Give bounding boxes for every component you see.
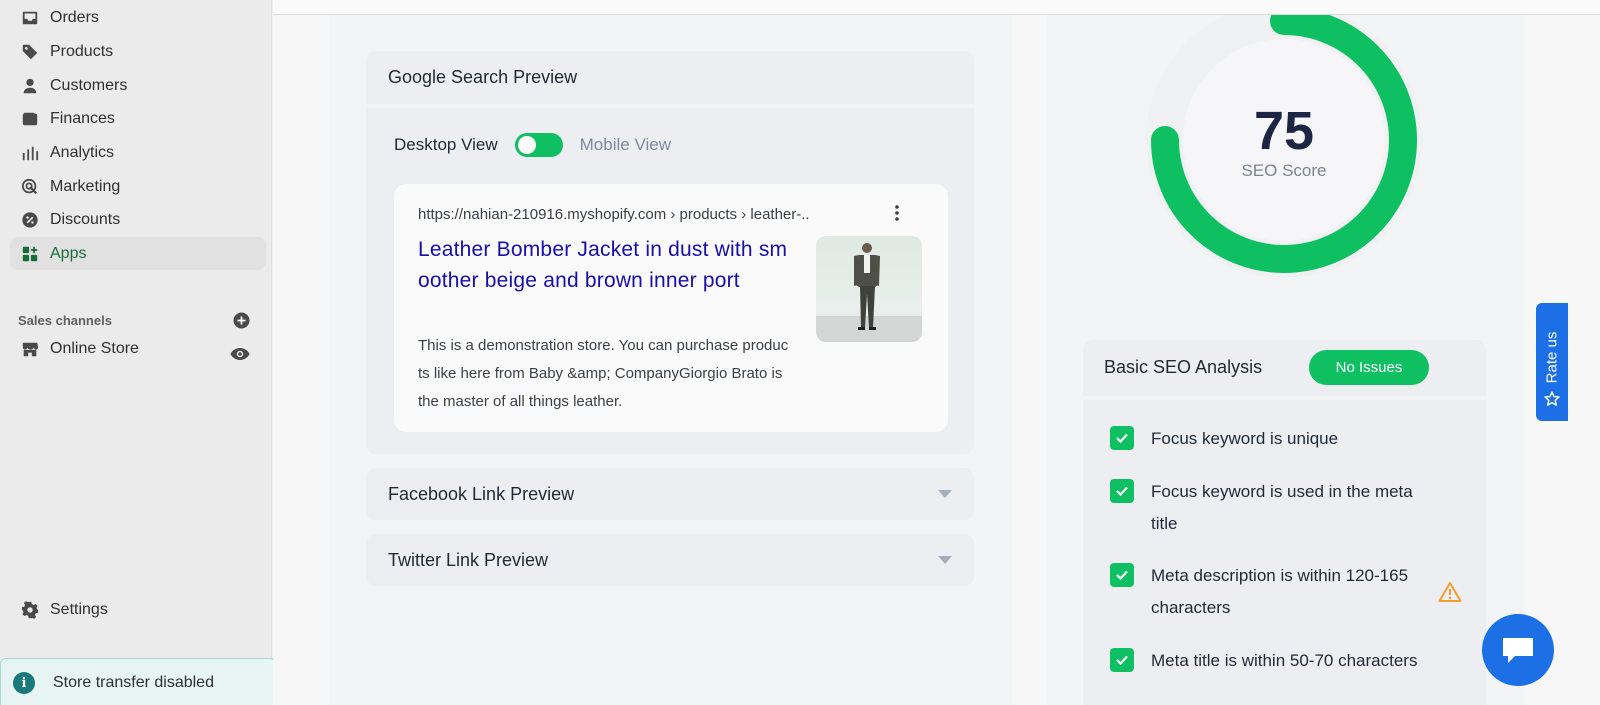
notice-text: Store transfer disabled bbox=[53, 674, 214, 691]
sidebar-item-customers[interactable]: Customers bbox=[10, 69, 266, 102]
check-icon bbox=[1116, 433, 1128, 444]
chat-button[interactable] bbox=[1482, 614, 1554, 686]
wallet-icon bbox=[20, 109, 40, 129]
sidebar-item-label: Orders bbox=[50, 8, 99, 26]
check-icon bbox=[1116, 655, 1128, 666]
sidebar-item-label: Customers bbox=[50, 76, 128, 94]
facebook-preview-header[interactable]: Facebook Link Preview bbox=[366, 468, 974, 520]
google-preview-header[interactable]: Google Search Preview bbox=[366, 51, 974, 104]
check-item: Focus keyword is unique bbox=[1110, 423, 1431, 455]
more-vertical-icon[interactable] bbox=[889, 203, 905, 223]
view-toggle: Desktop View Mobile View bbox=[394, 133, 671, 157]
view-switch[interactable] bbox=[514, 133, 563, 157]
seo-score-label: SEO Score bbox=[1241, 161, 1327, 180]
checkbox[interactable] bbox=[1110, 648, 1134, 672]
check-item: Meta title is within 50-70 characters bbox=[1110, 645, 1431, 677]
serp-description: This is a demonstration store. You can p… bbox=[418, 337, 789, 410]
top-bar bbox=[273, 0, 1600, 15]
check-text: Focus keyword is used in the meta title bbox=[1151, 482, 1413, 533]
sidebar-item-products[interactable]: Products bbox=[10, 35, 266, 68]
basic-seo-header[interactable]: Basic SEO Analysis No Issues bbox=[1083, 340, 1486, 396]
sidebar-item-apps[interactable]: Apps bbox=[10, 237, 266, 270]
twitter-preview-title: Twitter Link Preview bbox=[388, 549, 549, 570]
target-icon bbox=[20, 177, 40, 197]
sidebar-item-label: Apps bbox=[50, 244, 87, 262]
add-channel-icon[interactable] bbox=[233, 312, 250, 329]
gear-icon bbox=[20, 600, 40, 620]
check-icon bbox=[1116, 486, 1128, 497]
basic-seo-title: Basic SEO Analysis bbox=[1104, 357, 1263, 377]
product-thumbnail bbox=[816, 236, 922, 342]
sidebar-item-orders[interactable]: Orders bbox=[10, 1, 266, 34]
chevron-down-icon[interactable] bbox=[938, 490, 952, 498]
chat-icon bbox=[1503, 638, 1533, 663]
sidebar-item-label: Discounts bbox=[50, 210, 121, 228]
checkbox[interactable] bbox=[1110, 563, 1134, 587]
sidebar-item-label: Online Store bbox=[50, 339, 139, 357]
desktop-view-label: Desktop View bbox=[394, 135, 498, 154]
checkbox[interactable] bbox=[1110, 479, 1134, 503]
seo-score-value: 75 bbox=[1253, 101, 1315, 161]
status-badge: No Issues bbox=[1309, 350, 1429, 385]
check-item: Focus keyword is used in the meta title bbox=[1110, 476, 1431, 540]
store-icon bbox=[20, 339, 40, 359]
check-text: Meta description is within 120-165 chara… bbox=[1151, 566, 1409, 617]
star-icon bbox=[1544, 391, 1560, 406]
serp-title[interactable]: Leather Bomber Jacket in dust with smoot… bbox=[418, 234, 798, 296]
eye-icon[interactable] bbox=[230, 347, 250, 361]
check-text: Focus keyword is unique bbox=[1151, 429, 1339, 448]
sidebar-item-discounts[interactable]: Discounts bbox=[10, 203, 266, 236]
column-gap bbox=[1012, 15, 1047, 705]
tag-icon bbox=[20, 42, 40, 62]
warning-icon[interactable] bbox=[1438, 581, 1462, 603]
sales-channels-label: Sales channels bbox=[18, 313, 112, 328]
sidebar-item-label: Marketing bbox=[50, 177, 121, 195]
chevron-down-icon[interactable] bbox=[938, 556, 952, 564]
sidebar-item-label: Analytics bbox=[50, 143, 115, 161]
sidebar-item-finances[interactable]: Finances bbox=[10, 102, 266, 135]
sidebar-item-label: Settings bbox=[50, 600, 108, 618]
rate-us-tab[interactable]: Rate us bbox=[1536, 303, 1568, 421]
facebook-preview-title: Facebook Link Preview bbox=[388, 483, 575, 504]
check-icon bbox=[1116, 570, 1128, 581]
sidebar-item-marketing[interactable]: Marketing bbox=[10, 170, 266, 203]
check-item: Meta description is within 120-165 chara… bbox=[1110, 560, 1431, 624]
info-icon: i bbox=[13, 672, 35, 694]
sidebar: Orders Products Customers Finances Analy… bbox=[0, 0, 276, 705]
check-text: Meta title is within 50-70 characters bbox=[1151, 651, 1418, 670]
discount-icon bbox=[20, 210, 40, 230]
store-transfer-notice: i Store transfer disabled bbox=[0, 658, 276, 705]
sidebar-item-settings[interactable]: Settings bbox=[10, 593, 266, 626]
sidebar-item-label: Products bbox=[50, 42, 114, 60]
serp-url: https://nahian-210916.myshopify.com › pr… bbox=[418, 206, 810, 223]
switch-knob bbox=[517, 136, 536, 154]
checkbox[interactable] bbox=[1110, 426, 1134, 450]
sidebar-item-online-store[interactable]: Online Store bbox=[10, 332, 266, 365]
person-icon bbox=[20, 76, 40, 96]
mobile-view-label: Mobile View bbox=[579, 135, 671, 154]
orders-icon bbox=[20, 8, 40, 28]
apps-icon bbox=[20, 244, 40, 264]
google-preview-title: Google Search Preview bbox=[388, 67, 578, 87]
sidebar-item-analytics[interactable]: Analytics bbox=[10, 136, 266, 169]
sidebar-item-label: Finances bbox=[50, 109, 115, 127]
bar-chart-icon bbox=[20, 143, 40, 163]
twitter-preview-header[interactable]: Twitter Link Preview bbox=[366, 534, 974, 586]
